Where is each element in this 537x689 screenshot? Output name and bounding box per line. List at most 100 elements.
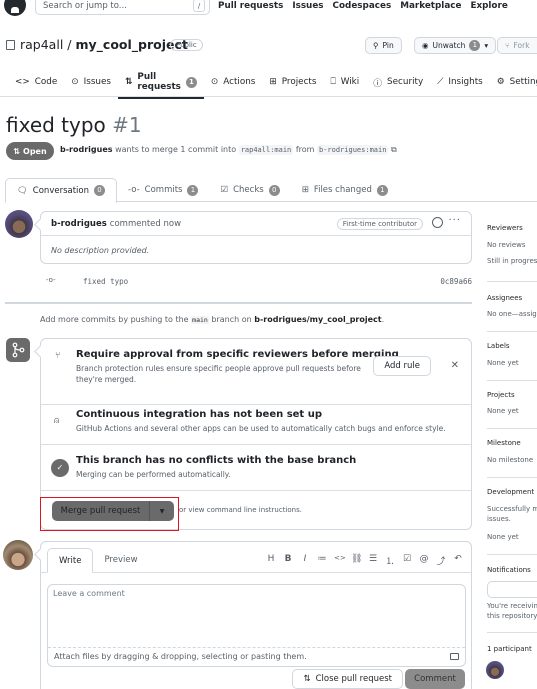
tab-commits[interactable]: -o- Commits 1 bbox=[117, 178, 209, 202]
sidebar-divider bbox=[487, 554, 537, 555]
code-icon[interactable]: <> bbox=[334, 554, 346, 567]
section-title: This branch has no conflicts with the ba… bbox=[76, 455, 357, 466]
head-repo-link[interactable]: b-rodrigues/my_cool_project bbox=[254, 315, 381, 324]
ordered-list-icon[interactable]: ⒈ bbox=[385, 554, 395, 567]
reply-icon[interactable]: ↶ bbox=[453, 554, 463, 567]
tab-label: Settings bbox=[509, 77, 537, 87]
base-branch[interactable]: rap4all:main bbox=[238, 145, 294, 155]
comment-placeholder: Leave a comment bbox=[53, 589, 125, 598]
avatar[interactable] bbox=[3, 540, 33, 570]
markdown-icon[interactable] bbox=[450, 653, 459, 660]
notifications-button[interactable] bbox=[487, 581, 537, 598]
fork-button[interactable]: ⑂ Fork bbox=[497, 37, 537, 54]
unordered-list-icon[interactable]: ☰ bbox=[368, 554, 378, 567]
tab-count: 1 bbox=[376, 184, 388, 196]
pin-button[interactable]: ⚲ Pin bbox=[365, 37, 402, 54]
comment-box: b-rodrigues commented now First-time con… bbox=[40, 211, 472, 264]
tab-wiki[interactable]: ⎕ Wiki bbox=[323, 75, 366, 89]
mention-icon[interactable]: @ bbox=[419, 554, 429, 567]
tab-pull-requests[interactable]: ⇅ Pull requests 1 bbox=[118, 72, 204, 99]
state-label: Open bbox=[23, 146, 47, 156]
cross-reference-icon[interactable]: ⤴ bbox=[436, 554, 446, 567]
commit-message[interactable]: fixed typo bbox=[83, 277, 128, 286]
tab-actions[interactable]: ⊙ Actions bbox=[204, 75, 263, 89]
tab-checks[interactable]: ☑ Checks 0 bbox=[209, 178, 290, 202]
push-note: Add more commits by pushing to the main … bbox=[40, 315, 384, 324]
unwatch-label: Unwatch bbox=[432, 41, 466, 50]
bold-icon[interactable]: B bbox=[283, 554, 293, 567]
tab-issues[interactable]: ⊙ Issues bbox=[64, 75, 118, 89]
nav-issues[interactable]: Issues bbox=[292, 1, 323, 11]
nav-pull-requests[interactable]: Pull requests bbox=[218, 1, 283, 11]
italic-icon[interactable]: I bbox=[300, 554, 310, 567]
tab-conversation[interactable]: 🗨 Conversation 0 bbox=[5, 178, 117, 203]
tab-write[interactable]: Write bbox=[47, 548, 94, 573]
comment-button[interactable]: Comment bbox=[405, 669, 465, 689]
attach-files-area[interactable]: Attach files by dragging & dropping, sel… bbox=[48, 647, 465, 666]
section-desc: Merging can be performed automatically. bbox=[76, 470, 231, 479]
tab-security[interactable]: ⓘ Security bbox=[366, 75, 430, 89]
comment-action: commented now bbox=[109, 218, 182, 229]
task-list-icon[interactable]: ☑ bbox=[402, 554, 412, 567]
file-diff-icon: ⊞ bbox=[301, 185, 309, 195]
sidebar-divider bbox=[487, 632, 537, 633]
projects-value: None yet bbox=[487, 407, 519, 415]
quote-icon[interactable]: ≔ bbox=[317, 554, 327, 567]
add-rule-button[interactable]: Add rule bbox=[373, 356, 431, 376]
sidebar-heading-labels[interactable]: Labels bbox=[487, 342, 510, 350]
pr-number: #1 bbox=[112, 113, 142, 137]
sidebar-heading-assignees[interactable]: Assignees bbox=[487, 294, 522, 302]
pin-label: Pin bbox=[382, 41, 394, 50]
commit-icon: -o- bbox=[46, 276, 56, 284]
pr-title-text: fixed typo bbox=[6, 113, 106, 137]
notifications-desc-cont: this repository. bbox=[487, 612, 537, 620]
comment-author-link[interactable]: b-rodrigues bbox=[51, 219, 107, 229]
assignees-value[interactable]: No one—assign yourself bbox=[487, 310, 537, 318]
sidebar-heading-projects[interactable]: Projects bbox=[487, 391, 515, 399]
development-desc-cont: issues. bbox=[487, 515, 511, 523]
merge-section-reviewers: ⑂ Require approval from specific reviewe… bbox=[41, 339, 471, 405]
participant-avatar[interactable] bbox=[486, 661, 504, 679]
tab-code[interactable]: <> Code bbox=[8, 75, 64, 89]
development-desc: Successfully merging this pull request m… bbox=[487, 505, 537, 513]
sidebar-heading-development[interactable]: Development bbox=[487, 488, 534, 496]
commit-icon: -o- bbox=[128, 185, 140, 195]
nav-explore[interactable]: Explore bbox=[470, 1, 507, 11]
sidebar-heading-milestone[interactable]: Milestone bbox=[487, 439, 521, 447]
tab-insights[interactable]: ⟋ Insights bbox=[430, 75, 490, 89]
tab-label: Projects bbox=[281, 77, 317, 87]
tab-settings[interactable]: ⚙ Settings bbox=[490, 75, 537, 89]
sidebar-heading-reviewers[interactable]: Reviewers bbox=[487, 224, 523, 232]
nav-codespaces[interactable]: Codespaces bbox=[333, 1, 392, 11]
tab-preview[interactable]: Preview bbox=[93, 548, 148, 572]
tab-label: Commits bbox=[144, 185, 183, 195]
repo-owner-link[interactable]: rap4all bbox=[20, 37, 63, 52]
sidebar-divider bbox=[487, 428, 537, 429]
commit-sha[interactable]: 0c89a66 bbox=[440, 277, 472, 286]
tab-projects[interactable]: ⊞ Projects bbox=[262, 75, 323, 89]
avatar[interactable] bbox=[5, 210, 33, 238]
tab-label: Issues bbox=[83, 77, 111, 87]
nav-marketplace[interactable]: Marketplace bbox=[400, 1, 461, 11]
pr-author-link[interactable]: b-rodrigues bbox=[60, 145, 113, 154]
command-line-link[interactable]: or view command line instructions. bbox=[179, 506, 302, 514]
head-branch[interactable]: b-rodrigues:main bbox=[317, 145, 389, 155]
kebab-horizontal-icon[interactable]: ··· bbox=[448, 215, 461, 226]
heading-icon[interactable]: H bbox=[266, 554, 276, 567]
comment-textarea[interactable]: Leave a comment Attach files by dragging… bbox=[47, 584, 466, 667]
unwatch-button[interactable]: ◉ Unwatch 1 ▾ bbox=[414, 37, 497, 54]
copy-icon[interactable]: ⧉ bbox=[391, 145, 397, 154]
sidebar-divider bbox=[487, 380, 537, 381]
tab-files-changed[interactable]: ⊞ Files changed 1 bbox=[291, 178, 399, 202]
merge-section-ci: ⍝ Continuous integration has not been se… bbox=[41, 405, 471, 445]
github-logo-icon[interactable] bbox=[4, 0, 26, 16]
smiley-icon[interactable] bbox=[432, 217, 443, 228]
fork-label: Fork bbox=[513, 41, 530, 50]
table-icon: ⊞ bbox=[269, 77, 277, 87]
close-icon[interactable]: ✕ bbox=[451, 360, 459, 371]
close-pull-request-button[interactable]: ⇅ Close pull request bbox=[292, 669, 403, 689]
link-icon[interactable]: ⛓ bbox=[351, 554, 362, 567]
issue-icon: ⊙ bbox=[71, 77, 79, 87]
search-input[interactable]: Search or jump to... / bbox=[35, 0, 210, 15]
git-branch-icon: ⑂ bbox=[55, 351, 61, 361]
